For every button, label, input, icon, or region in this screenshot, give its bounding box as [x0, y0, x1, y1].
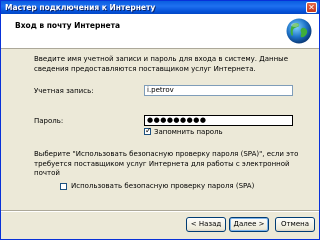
spa-checkbox-label[interactable]: Использовать безопасную проверку пароля …	[71, 182, 254, 190]
spa-checkbox[interactable]	[60, 183, 67, 190]
password-input[interactable]: ●●●●●●●●●	[144, 115, 293, 126]
password-label: Пароль:	[34, 117, 64, 125]
cancel-button[interactable]: Отмена	[275, 217, 315, 232]
description-text: Введите имя учетной записи и пароль для …	[34, 55, 289, 73]
account-input[interactable]: i.petrov	[144, 85, 293, 96]
window-title: Мастер подключения к Интернету	[5, 3, 156, 12]
remember-password-checkbox[interactable]: ✓	[144, 126, 152, 135]
globe-icon	[286, 18, 312, 44]
checkmark-icon: ✓	[145, 126, 152, 135]
footer-divider	[1, 210, 319, 212]
close-icon: ✕	[308, 3, 315, 12]
wizard-window: Мастер подключения к Интернету ✕ Вход в …	[0, 0, 320, 240]
back-button[interactable]: < Назад	[186, 217, 226, 232]
remember-password-label[interactable]: Запомнить пароль	[154, 128, 223, 136]
next-button[interactable]: Далее >	[229, 217, 269, 232]
account-label: Учетная запись:	[34, 87, 94, 95]
page-title: Вход в почту Интернета	[15, 21, 120, 30]
title-bar[interactable]: Мастер подключения к Интернету ✕	[1, 1, 319, 14]
spa-description: Выберите "Использовать безопасную провер…	[34, 150, 299, 177]
wizard-header: Вход в почту Интернета	[1, 14, 319, 49]
close-button[interactable]: ✕	[306, 2, 317, 13]
